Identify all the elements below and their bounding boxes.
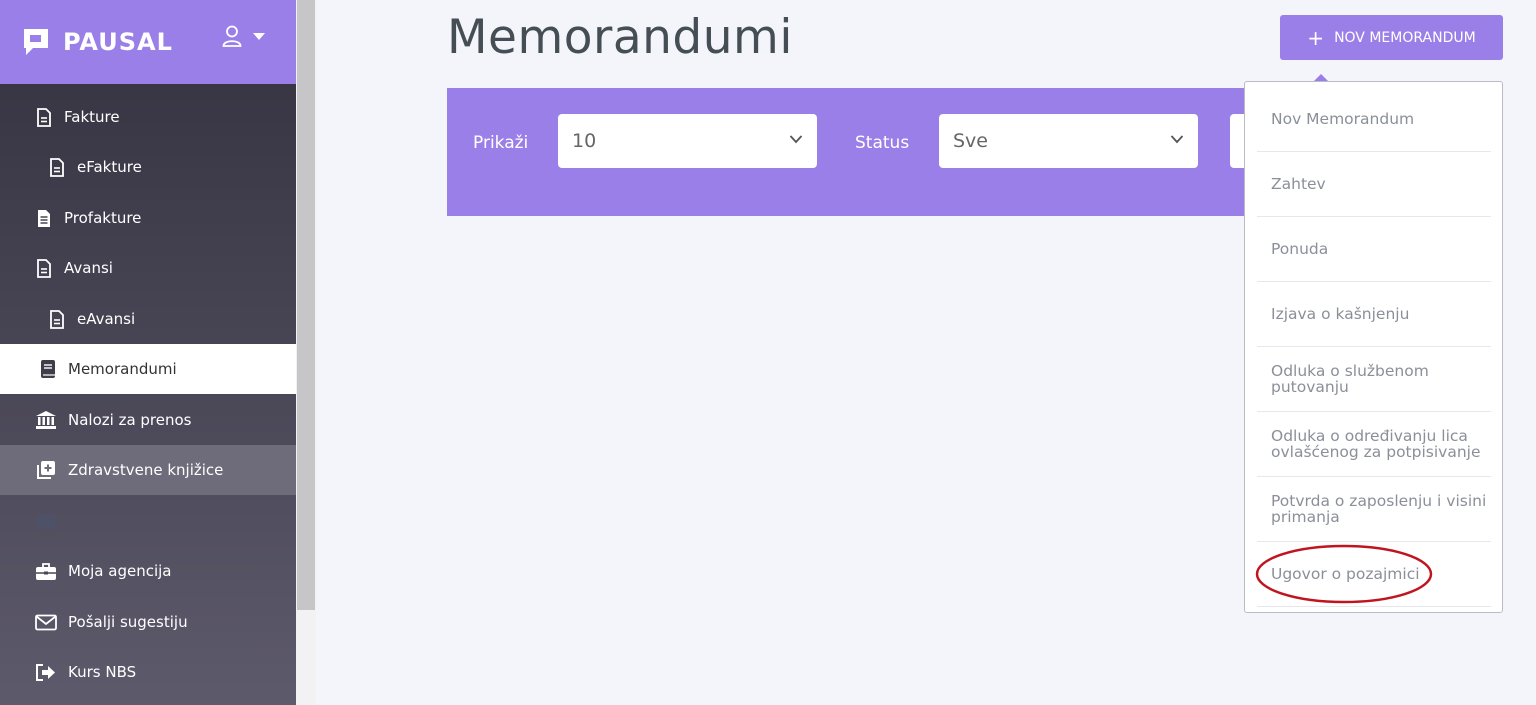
sidebar-scrollbar-thumb[interactable] [297, 0, 315, 610]
sidebar-item-faded[interactable] [0, 496, 296, 546]
sidebar-item-memorandumi[interactable]: Memorandumi [0, 344, 296, 394]
sidebar-item-profakture[interactable]: Profakture [0, 193, 296, 243]
sidebar-item-zdravstvene-knjizice[interactable]: Zdravstvene knjižice [0, 445, 296, 495]
sidebar-item-label: Nalozi za prenos [68, 411, 192, 429]
dropdown-item-odluka-o-odredjivanju-lica[interactable]: Odluka o određivanju lica ovlašćenog za … [1257, 412, 1491, 477]
dropdown-item-nov-memorandum[interactable]: Nov Memorandum [1257, 87, 1491, 152]
dropdown-item-label-line: Potvrda o zaposlenju i visini [1271, 492, 1487, 510]
caret-down-icon [253, 33, 265, 40]
sidebar-item-fakture[interactable]: Fakture [0, 92, 296, 142]
sidebar-item-eavansi[interactable]: eAvansi [0, 294, 296, 344]
dropdown-item-ponuda[interactable]: Ponuda [1257, 217, 1491, 282]
dropdown-item-label-line: putovanju [1271, 378, 1349, 396]
sidebar-item-label: Avansi [64, 259, 113, 277]
dropdown-item-potvrda-o-zaposlenju[interactable]: Potvrda o zaposlenju i visini primanja [1257, 477, 1491, 542]
chat-flag-logo-icon [24, 29, 48, 55]
dropdown-item-label: Ponuda [1271, 240, 1329, 258]
sidebar-item-label: Profakture [64, 209, 142, 227]
document-icon [34, 258, 54, 278]
sidebar-item-label: Kurs NBS [68, 663, 137, 681]
add-copy-icon [34, 460, 58, 480]
plus-icon: + [1307, 25, 1325, 50]
dropdown-item-odluka-o-sluzbenom-putovanju[interactable]: Odluka o službenom putovanju [1257, 347, 1491, 412]
sign-out-icon [34, 662, 58, 682]
chevron-down-icon [789, 135, 803, 144]
dropdown-item-label: Izjava o kašnjenju [1271, 305, 1410, 323]
sidebar-item-label: Moja agencija [68, 562, 172, 580]
logo-text: PAUSAL [63, 28, 173, 56]
show-label: Prikaži [473, 133, 529, 153]
sidebar-item-kurs-nbs[interactable]: Kurs NBS [0, 647, 296, 697]
new-memorandum-dropdown: Nov Memorandum Zahtev Ponuda Izjava o ka… [1244, 81, 1503, 613]
calendar-icon [34, 511, 58, 531]
dropdown-item-label: Nov Memorandum [1271, 110, 1415, 128]
page-title: Memorandumi [447, 10, 793, 65]
dropdown-item-label: Ugovor o pozajmici [1271, 565, 1420, 583]
sidebar-item-label: eAvansi [77, 310, 136, 328]
chevron-down-icon [1170, 135, 1184, 144]
document-list-icon [34, 208, 54, 228]
document-icon [34, 107, 54, 127]
sidebar-item-avansi[interactable]: Avansi [0, 243, 296, 293]
dropdown-item-label: Zahtev [1271, 175, 1326, 193]
sidebar-item-efakture[interactable]: eFakture [0, 142, 296, 192]
dropdown-item-label-line: ovlašćenog za potpisivanje [1271, 443, 1481, 461]
user-menu[interactable] [222, 25, 266, 47]
sidebar-item-label: Zdravstvene knjižice [68, 461, 224, 479]
sidebar-item-label: Memorandumi [68, 360, 177, 378]
status-value: Sve [953, 130, 988, 152]
sidebar-item-label: eFakture [77, 158, 142, 176]
status-select[interactable]: Sve [939, 114, 1198, 168]
sidebar-header: PAUSAL [0, 0, 296, 84]
dropdown-item-ugovor-o-pozajmici[interactable]: Ugovor o pozajmici [1257, 542, 1491, 607]
document-icon [47, 157, 67, 177]
sidebar-item-label: Fakture [64, 108, 120, 126]
show-count-select[interactable]: 10 [558, 114, 817, 168]
new-memorandum-button[interactable]: + NOV MEMORANDUM [1280, 15, 1503, 60]
dropdown-item-label-line: primanja [1271, 508, 1340, 526]
dropdown-item-zahtev[interactable]: Zahtev [1257, 152, 1491, 217]
show-count-value: 10 [572, 130, 597, 152]
status-label: Status [855, 133, 910, 153]
dropdown-item-izjava-o-kasnjenju[interactable]: Izjava o kašnjenju [1257, 282, 1491, 347]
book-icon [38, 359, 58, 379]
user-icon [222, 25, 242, 47]
bank-icon [34, 410, 58, 430]
envelope-icon [34, 612, 58, 632]
new-memorandum-button-label: NOV MEMORANDUM [1334, 29, 1476, 46]
sidebar-item-moja-agencija[interactable]: Moja agencija [0, 546, 296, 596]
dropdown-item-label-line: Odluka o službenom [1271, 362, 1429, 380]
sidebar: PAUSAL Fakture eFakture Profakture Avans… [0, 0, 296, 705]
sidebar-item-nalozi-za-prenos[interactable]: Nalozi za prenos [0, 395, 296, 445]
sidebar-item-posalji-sugestiju[interactable]: Pošalji sugestiju [0, 597, 296, 647]
document-icon [47, 309, 67, 329]
briefcase-icon [34, 561, 58, 581]
sidebar-item-label: Pošalji sugestiju [68, 613, 188, 631]
dropdown-item-label-line: Odluka o određivanju lica [1271, 427, 1468, 445]
